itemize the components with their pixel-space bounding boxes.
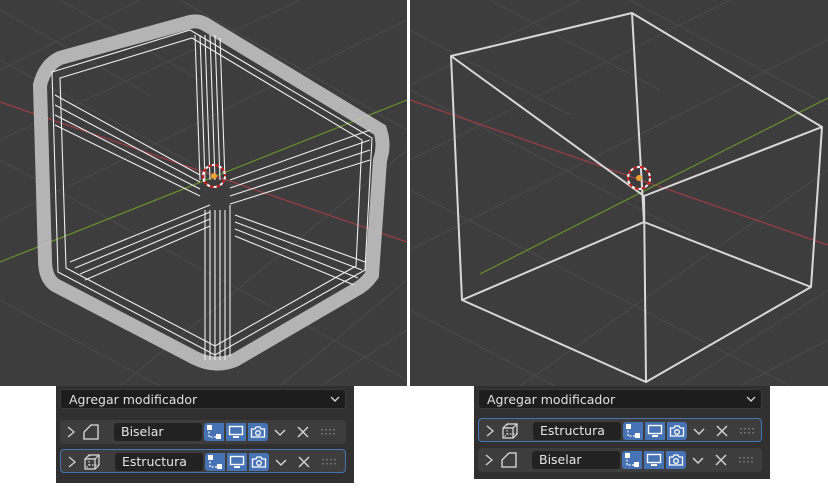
edit-mode-toggle[interactable]: [622, 451, 642, 469]
chevron-down-icon[interactable]: [273, 425, 287, 439]
add-modifier-label: Agregar modificador: [69, 391, 198, 407]
viewport-right[interactable]: [410, 0, 828, 386]
render-toggle[interactable]: [666, 451, 686, 469]
render-camera-icon: [250, 426, 266, 438]
object-origin-icon: [636, 175, 642, 181]
wireframe-icon: [502, 423, 518, 439]
wireframe-icon: [84, 454, 100, 470]
edit-mode-icon: [207, 425, 221, 439]
edit-mode-toggle[interactable]: [205, 453, 225, 471]
modifier-name-field[interactable]: Estructura: [533, 422, 621, 440]
x-axis-line: [410, 99, 828, 246]
realtime-toggle[interactable]: [645, 422, 665, 440]
close-icon[interactable]: [297, 455, 311, 469]
chevron-right-icon[interactable]: [484, 454, 494, 466]
realtime-toggle[interactable]: [226, 423, 246, 441]
object-origin-icon: [211, 173, 217, 179]
render-camera-icon: [668, 454, 684, 466]
add-modifier-dropdown[interactable]: Agregar modificador: [478, 389, 762, 409]
modifier-row-bevel[interactable]: Biselar: [478, 448, 762, 472]
realtime-toggle[interactable]: [227, 453, 247, 471]
drag-handle-icon[interactable]: [321, 429, 335, 435]
viewport-right-scene: [410, 0, 828, 386]
render-camera-icon: [669, 425, 685, 437]
render-camera-icon: [251, 456, 267, 468]
edit-mode-toggle[interactable]: [623, 422, 643, 440]
render-toggle[interactable]: [248, 423, 268, 441]
modifier-row-bevel[interactable]: Biselar: [60, 420, 346, 444]
beveled-wireframe-cube: [32, 14, 390, 371]
edit-mode-icon: [626, 424, 640, 438]
chevron-right-icon[interactable]: [67, 456, 77, 468]
realtime-toggle[interactable]: [644, 451, 664, 469]
close-icon[interactable]: [714, 453, 728, 467]
drag-handle-icon[interactable]: [740, 428, 754, 434]
add-modifier-dropdown[interactable]: Agregar modificador: [60, 389, 346, 409]
realtime-viewport-icon: [647, 424, 663, 437]
realtime-viewport-icon: [229, 455, 245, 468]
chevron-down-icon[interactable]: [691, 453, 705, 467]
add-modifier-label: Agregar modificador: [487, 391, 616, 407]
realtime-viewport-icon: [646, 453, 662, 466]
bevel-icon: [501, 452, 517, 468]
viewport-left[interactable]: [0, 0, 407, 386]
close-icon[interactable]: [296, 425, 310, 439]
modifier-panel-left: Agregar modificador Biselar Estructura: [56, 386, 354, 483]
viewport-left-scene: [0, 0, 407, 386]
bevel-icon: [83, 424, 99, 440]
modifier-panel-right: Agregar modificador Estructura Biselar: [474, 386, 770, 479]
render-toggle[interactable]: [249, 453, 269, 471]
modifier-name-field[interactable]: Estructura: [115, 453, 203, 471]
chevron-down-icon: [746, 396, 756, 402]
drag-handle-icon[interactable]: [739, 457, 753, 463]
floor-grid: [410, 0, 828, 386]
y-axis-line: [479, 97, 828, 275]
modifier-row-wireframe[interactable]: Estructura: [478, 418, 762, 442]
modifier-name-field[interactable]: Biselar: [532, 451, 620, 469]
chevron-right-icon[interactable]: [66, 426, 76, 438]
drag-handle-icon[interactable]: [322, 459, 336, 465]
simple-wireframe-cube: [450, 12, 823, 383]
realtime-viewport-icon: [228, 425, 244, 438]
edit-mode-icon: [208, 455, 222, 469]
chevron-right-icon[interactable]: [485, 425, 495, 437]
close-icon[interactable]: [715, 424, 729, 438]
chevron-down-icon[interactable]: [692, 424, 706, 438]
chevron-down-icon[interactable]: [274, 455, 288, 469]
edit-mode-icon: [625, 453, 639, 467]
modifier-name-field[interactable]: Biselar: [114, 423, 202, 441]
render-toggle[interactable]: [667, 422, 687, 440]
modifier-row-wireframe[interactable]: Estructura: [60, 449, 346, 473]
chevron-down-icon: [330, 396, 340, 402]
edit-mode-toggle[interactable]: [204, 423, 224, 441]
